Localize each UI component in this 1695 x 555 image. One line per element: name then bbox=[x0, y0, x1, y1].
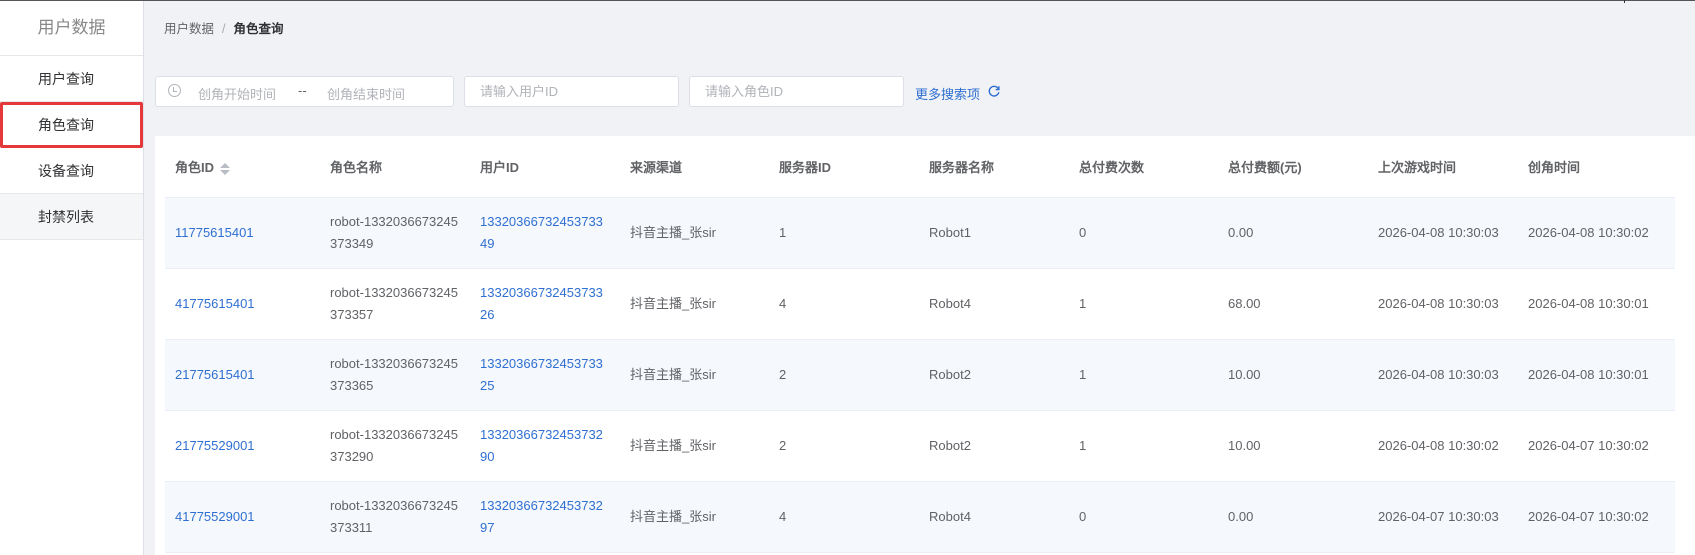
pay-amount-cell: 10.00 bbox=[1218, 339, 1368, 411]
table-row: 41775529001 robot-1332036673245373311 13… bbox=[165, 481, 1675, 553]
end-date-input[interactable]: 创角结束时间 bbox=[327, 84, 405, 103]
role-name-cell: robot-1332036673245373349 bbox=[320, 197, 470, 269]
server-id-cell: 1 bbox=[769, 197, 919, 269]
channel-cell: 抖音主播_张sir bbox=[620, 268, 769, 340]
channel-cell: 抖音主播_张sir bbox=[620, 481, 769, 553]
role-name-cell: robot-1332036673245373311 bbox=[320, 481, 470, 553]
server-id-cell: 2 bbox=[769, 339, 919, 411]
role-name-cell: robot-1332036673245373290 bbox=[320, 410, 470, 482]
create-time-cell: 2026-04-07 10:30:02 bbox=[1518, 481, 1675, 553]
table-row: 21775529001 robot-1332036673245373290 13… bbox=[165, 410, 1675, 482]
column-header-server-id: 服务器ID bbox=[769, 136, 919, 198]
column-header-user-id: 用户ID bbox=[470, 136, 620, 198]
server-name-cell: Robot2 bbox=[919, 410, 1069, 482]
table-row: 21775615401 robot-1332036673245373365 13… bbox=[165, 339, 1675, 411]
start-date-input[interactable]: 创角开始时间 bbox=[198, 84, 276, 103]
results-card: 角色ID 角色名称 用户ID 来源渠道 服务器ID 服务器名称 总付费次数 总付… bbox=[155, 136, 1695, 555]
server-id-cell: 4 bbox=[769, 481, 919, 553]
user-id-cell[interactable]: 1332036673245373325 bbox=[470, 339, 620, 411]
window-top-tick bbox=[1624, 0, 1625, 3]
table-row: 11775615401 robot-1332036673245373349 13… bbox=[165, 197, 1675, 269]
user-id-cell[interactable]: 1332036673245373349 bbox=[470, 197, 620, 269]
column-header-role-name: 角色名称 bbox=[320, 136, 470, 198]
more-search-options-link[interactable]: 更多搜索项 bbox=[915, 84, 980, 103]
column-header-create-time: 创角时间 bbox=[1518, 136, 1675, 198]
sidebar-item-ban-list[interactable]: 封禁列表 bbox=[0, 194, 143, 240]
role-id-cell[interactable]: 11775615401 bbox=[165, 197, 320, 269]
server-name-cell: Robot1 bbox=[919, 197, 1069, 269]
table-header-row: 角色ID 角色名称 用户ID 来源渠道 服务器ID 服务器名称 总付费次数 总付… bbox=[165, 136, 1675, 198]
user-id-input[interactable] bbox=[465, 77, 678, 106]
pay-amount-cell: 68.00 bbox=[1218, 268, 1368, 340]
pay-count-cell: 0 bbox=[1069, 197, 1218, 269]
column-header-label: 角色ID bbox=[175, 160, 215, 175]
breadcrumb-current: 角色查询 bbox=[233, 22, 284, 36]
role-id-cell[interactable]: 21775615401 bbox=[165, 339, 320, 411]
server-id-cell: 4 bbox=[769, 268, 919, 340]
pay-count-cell: 1 bbox=[1069, 339, 1218, 411]
sort-icon[interactable] bbox=[220, 162, 231, 176]
create-time-cell: 2026-04-08 10:30:01 bbox=[1518, 339, 1675, 411]
column-header-last-play-time: 上次游戏时间 bbox=[1368, 136, 1518, 198]
channel-cell: 抖音主播_张sir bbox=[620, 339, 769, 411]
create-time-cell: 2026-04-08 10:30:02 bbox=[1518, 197, 1675, 269]
server-id-cell: 2 bbox=[769, 410, 919, 482]
last-play-time-cell: 2026-04-07 10:30:03 bbox=[1368, 481, 1518, 553]
pay-count-cell: 1 bbox=[1069, 410, 1218, 482]
column-header-pay-amount: 总付费额(元) bbox=[1218, 136, 1368, 198]
window-top-border bbox=[0, 0, 1695, 1]
table-row: 41775615401 robot-1332036673245373357 13… bbox=[165, 268, 1675, 340]
column-header-pay-count: 总付费次数 bbox=[1069, 136, 1218, 198]
refresh-icon[interactable] bbox=[987, 84, 1001, 98]
sidebar-title: 用户数据 bbox=[0, 1, 143, 56]
role-id-cell[interactable]: 41775615401 bbox=[165, 268, 320, 340]
pay-amount-cell: 10.00 bbox=[1218, 410, 1368, 482]
sidebar-item-user-query[interactable]: 用户查询 bbox=[0, 56, 143, 102]
column-header-channel: 来源渠道 bbox=[620, 136, 769, 198]
create-date-range-picker[interactable]: 创角开始时间 -- 创角结束时间 bbox=[155, 76, 454, 107]
sidebar-item-role-query[interactable]: 角色查询 bbox=[0, 102, 143, 148]
breadcrumb-separator: / bbox=[222, 22, 226, 36]
role-name-cell: robot-1332036673245373365 bbox=[320, 339, 470, 411]
pay-count-cell: 0 bbox=[1069, 481, 1218, 553]
role-id-field-wrapper bbox=[689, 76, 904, 107]
create-time-cell: 2026-04-07 10:30:02 bbox=[1518, 410, 1675, 482]
sidebar: 用户数据 用户查询 角色查询 设备查询 封禁列表 bbox=[0, 1, 144, 555]
last-play-time-cell: 2026-04-08 10:30:03 bbox=[1368, 339, 1518, 411]
last-play-time-cell: 2026-04-08 10:30:03 bbox=[1368, 197, 1518, 269]
user-id-cell[interactable]: 1332036673245373326 bbox=[470, 268, 620, 340]
role-id-cell[interactable]: 41775529001 bbox=[165, 481, 320, 553]
server-name-cell: Robot2 bbox=[919, 339, 1069, 411]
column-header-role-id[interactable]: 角色ID bbox=[165, 136, 320, 198]
user-id-field-wrapper bbox=[464, 76, 679, 107]
last-play-time-cell: 2026-04-08 10:30:02 bbox=[1368, 410, 1518, 482]
sidebar-item-device-query[interactable]: 设备查询 bbox=[0, 148, 143, 194]
column-header-server-name: 服务器名称 bbox=[919, 136, 1069, 198]
pay-count-cell: 1 bbox=[1069, 268, 1218, 340]
last-play-time-cell: 2026-04-08 10:30:03 bbox=[1368, 268, 1518, 340]
breadcrumb-root[interactable]: 用户数据 bbox=[164, 22, 214, 36]
role-id-input[interactable] bbox=[690, 77, 903, 106]
role-name-cell: robot-1332036673245373357 bbox=[320, 268, 470, 340]
range-separator: -- bbox=[298, 83, 307, 98]
role-id-cell[interactable]: 21775529001 bbox=[165, 410, 320, 482]
pay-amount-cell: 0.00 bbox=[1218, 197, 1368, 269]
clock-icon bbox=[168, 84, 181, 97]
role-table: 角色ID 角色名称 用户ID 来源渠道 服务器ID 服务器名称 总付费次数 总付… bbox=[165, 136, 1675, 553]
server-name-cell: Robot4 bbox=[919, 268, 1069, 340]
pay-amount-cell: 0.00 bbox=[1218, 481, 1368, 553]
channel-cell: 抖音主播_张sir bbox=[620, 197, 769, 269]
user-id-cell[interactable]: 1332036673245373297 bbox=[470, 481, 620, 553]
create-time-cell: 2026-04-08 10:30:01 bbox=[1518, 268, 1675, 340]
user-id-cell[interactable]: 1332036673245373290 bbox=[470, 410, 620, 482]
server-name-cell: Robot4 bbox=[919, 481, 1069, 553]
breadcrumb: 用户数据 / 角色查询 bbox=[164, 18, 284, 37]
channel-cell: 抖音主播_张sir bbox=[620, 410, 769, 482]
